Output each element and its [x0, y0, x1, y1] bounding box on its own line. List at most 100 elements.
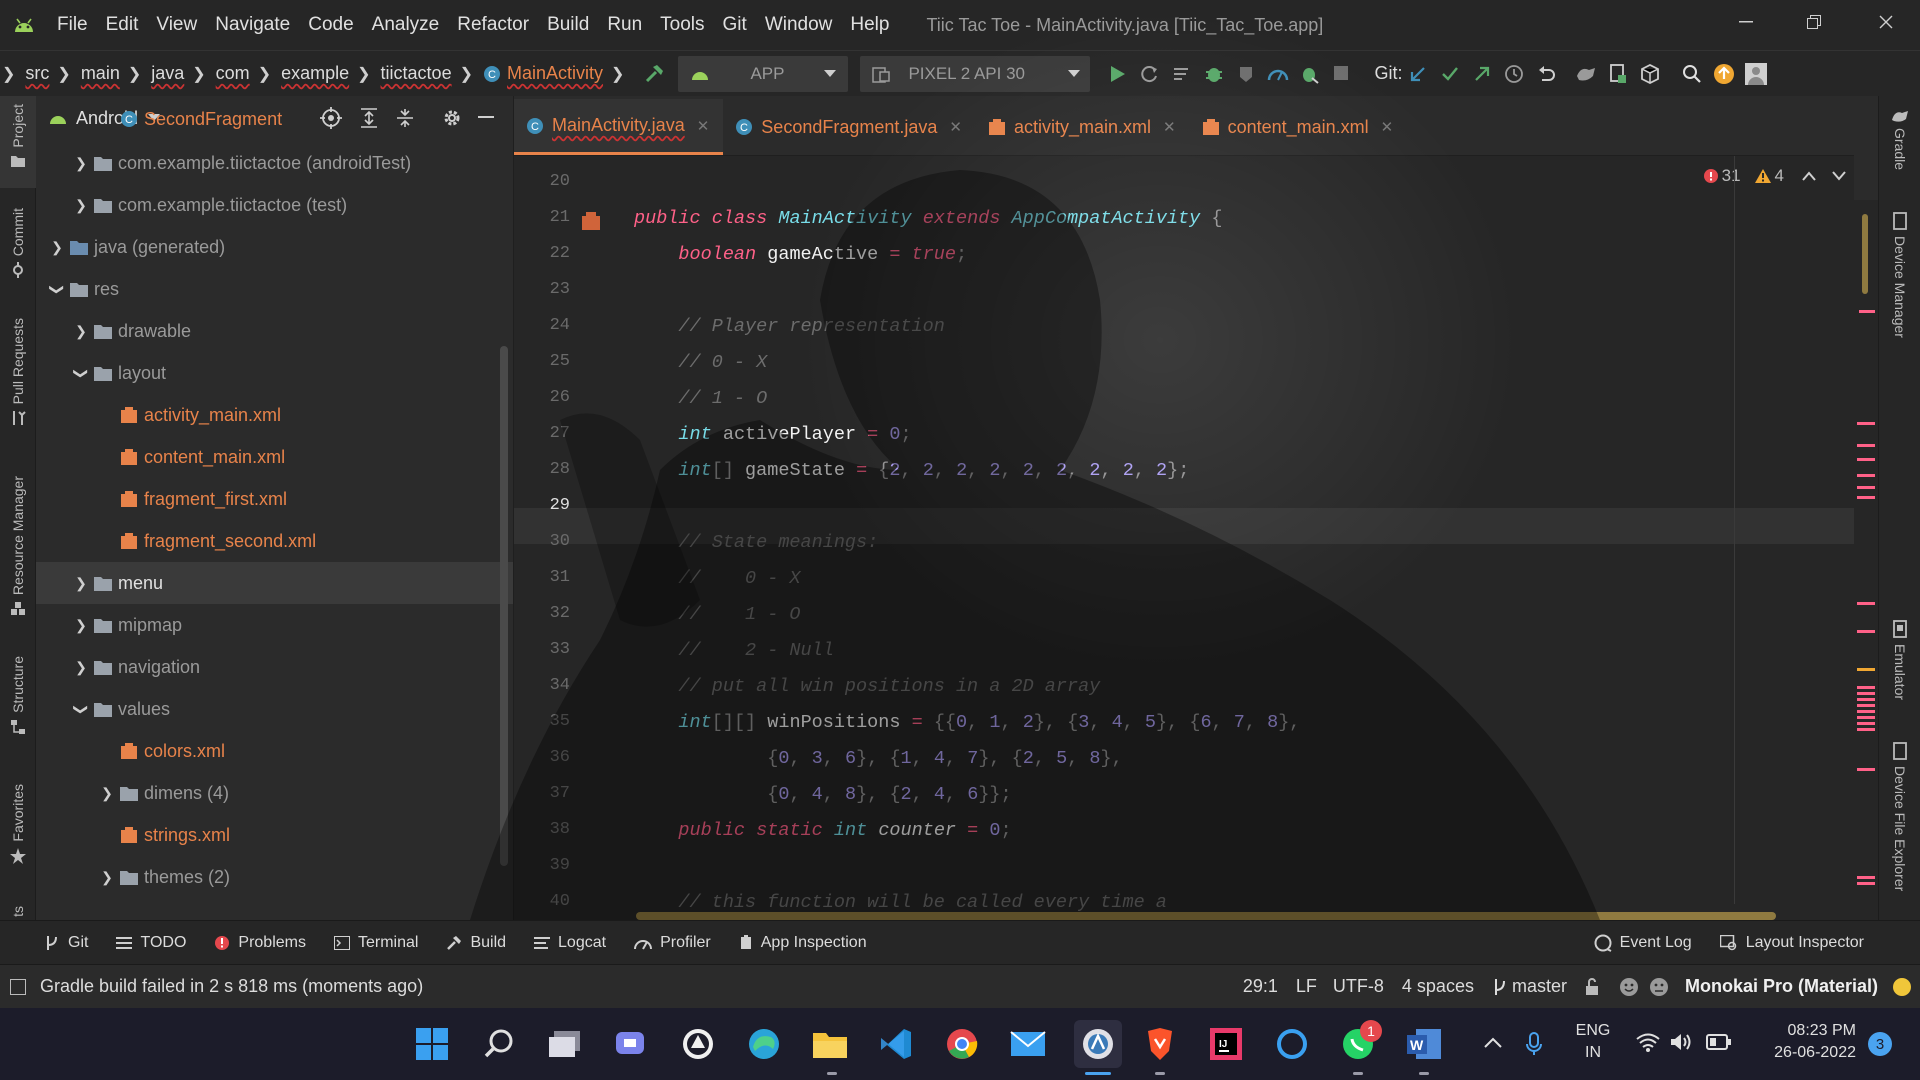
tool-terminal[interactable]: Terminal [333, 934, 418, 952]
device-select[interactable]: PIXEL 2 API 30 [860, 55, 1091, 92]
tool-logcat[interactable]: Logcat [534, 934, 606, 952]
tool-build[interactable]: Build [446, 934, 506, 952]
git-commit-icon[interactable] [1434, 56, 1466, 92]
theme-indicator-icon[interactable] [1892, 977, 1912, 997]
account-avatar-icon[interactable] [1740, 56, 1772, 92]
menu-edit[interactable]: Edit [97, 14, 148, 36]
tool-event-log[interactable]: Event Log [1594, 934, 1692, 952]
tree-item-fragment-second-xml[interactable]: fragment_second.xml [36, 520, 513, 562]
tool-window-structure[interactable]: Structure [0, 656, 36, 735]
vscode-icon[interactable] [876, 1024, 916, 1064]
menu-refactor[interactable]: Refactor [448, 14, 538, 36]
theme-name[interactable]: Monokai Pro (Material) [1685, 976, 1878, 997]
language-indicator[interactable]: ENG IN [1568, 1020, 1618, 1064]
chevron-right-icon[interactable]: ❯ [98, 785, 116, 802]
tool-layout-inspector[interactable]: Layout Inspector [1719, 934, 1864, 952]
lock-icon[interactable] [1585, 977, 1599, 996]
status-message[interactable]: Gradle build failed in 2 s 818 ms (momen… [40, 976, 423, 997]
chevron-right-icon[interactable]: ❯ [72, 323, 90, 340]
clock[interactable]: 08:23 PM 26-06-2022 [1752, 1020, 1856, 1064]
close-tab-icon[interactable]: ✕ [697, 117, 710, 135]
smile-feedback-icon[interactable] [1619, 977, 1639, 997]
brave-icon[interactable] [1140, 1024, 1180, 1064]
chevron-down-icon[interactable]: ❯ [49, 280, 66, 298]
volume-icon[interactable] [1670, 1032, 1694, 1052]
tab-content-main-xml[interactable]: content_main.xml ✕ [1190, 99, 1408, 155]
menu-run[interactable]: Run [598, 14, 651, 36]
apply-changes-icon[interactable] [1166, 56, 1198, 92]
crumb-com[interactable]: com [216, 63, 250, 84]
next-highlight-icon[interactable] [1832, 171, 1846, 181]
tool-todo[interactable]: TODO [116, 934, 186, 952]
hammer-build-icon[interactable] [638, 56, 670, 92]
device-manager-icon[interactable] [1602, 56, 1634, 92]
menu-file[interactable]: File [48, 14, 97, 36]
minimize-button[interactable] [1712, 0, 1780, 44]
tree-item-dimens[interactable]: ❯ dimens (4) [36, 772, 513, 814]
menu-tools[interactable]: Tools [651, 14, 713, 36]
tree-item-strings-xml[interactable]: strings.xml [36, 814, 513, 856]
horizontal-scrollbar[interactable] [636, 912, 1776, 920]
close-button[interactable] [1852, 0, 1920, 44]
file-explorer-icon[interactable] [810, 1024, 850, 1064]
tool-window-pull-requests[interactable]: Pull Requests [0, 318, 36, 426]
chevron-right-icon[interactable]: ❯ [98, 869, 116, 886]
android-studio-taskbar-icon[interactable] [1074, 1020, 1122, 1068]
inspection-widget[interactable]: 31 4 [1703, 166, 1846, 186]
battery-icon[interactable] [1706, 1034, 1732, 1050]
tree-item-mipmap[interactable]: ❯ mipmap [36, 604, 513, 646]
tab-activity-main-xml[interactable]: activity_main.xml ✕ [976, 99, 1190, 155]
git-push-icon[interactable] [1466, 56, 1498, 92]
search-icon[interactable] [1676, 56, 1708, 92]
github-desktop-icon[interactable] [678, 1024, 718, 1064]
tree-item-androidtest[interactable]: ❯ com.example.tiictactoe (androidTest) [36, 142, 513, 184]
tree-item-activity-main-xml[interactable]: activity_main.xml [36, 394, 513, 436]
class-gutter-icon[interactable] [580, 210, 602, 232]
tool-app-inspection[interactable]: App Inspection [739, 934, 867, 952]
chevron-right-icon[interactable]: ❯ [72, 617, 90, 634]
tree-item-content-main-xml[interactable]: content_main.xml [36, 436, 513, 478]
close-tab-icon[interactable]: ✕ [949, 118, 962, 136]
tool-window-project[interactable]: Project [0, 104, 36, 168]
menu-help[interactable]: Help [841, 14, 898, 36]
crumb-example[interactable]: example [281, 63, 349, 84]
close-tab-icon[interactable]: ✕ [1163, 118, 1176, 136]
tool-window-resource-manager[interactable]: Resource Manager [0, 476, 36, 617]
close-tab-icon[interactable]: ✕ [1381, 118, 1394, 136]
coverage-icon[interactable] [1230, 56, 1262, 92]
menu-window[interactable]: Window [756, 14, 842, 36]
inspector-face-icon[interactable] [1649, 977, 1669, 997]
tab-secondfragment-java[interactable]: C SecondFragment.java ✕ [723, 99, 976, 155]
tree-item-drawable[interactable]: ❯ drawable [36, 310, 513, 352]
stop-icon[interactable] [1326, 56, 1358, 92]
edge-browser-icon[interactable] [744, 1024, 784, 1064]
tree-item-fragment-first-xml[interactable]: fragment_first.xml [36, 478, 513, 520]
caret-position[interactable]: 29:1 [1243, 976, 1278, 997]
chrome-icon[interactable] [942, 1024, 982, 1064]
crumb-tiictactoe[interactable]: tiictactoe [381, 63, 452, 84]
tree-item-secondfragment[interactable]: C SecondFragment [36, 98, 513, 140]
chevron-right-icon[interactable]: ❯ [72, 155, 90, 172]
git-branch[interactable]: master [1512, 976, 1567, 997]
tree-item-values[interactable]: ❯ values [36, 688, 513, 730]
tree-item-colors-xml[interactable]: colors.xml [36, 730, 513, 772]
vertical-scroll-thumb[interactable] [1862, 214, 1868, 294]
intellij-icon[interactable]: IJ [1206, 1024, 1246, 1064]
sync-gradle-icon[interactable] [1570, 56, 1602, 92]
attach-debugger-icon[interactable] [1294, 56, 1326, 92]
wifi-icon[interactable] [1636, 1032, 1660, 1052]
chevron-right-icon[interactable]: ❯ [72, 659, 90, 676]
update-available-icon[interactable] [1708, 56, 1740, 92]
debug-icon[interactable] [1198, 56, 1230, 92]
tool-git[interactable]: Git [44, 934, 88, 952]
chevron-right-icon[interactable]: ❯ [72, 575, 90, 592]
git-update-icon[interactable] [1402, 56, 1434, 92]
sdk-manager-icon[interactable] [1634, 56, 1666, 92]
profile-icon[interactable] [1262, 56, 1294, 92]
tool-window-device-file-explorer[interactable]: Device File Explorer [1879, 742, 1920, 891]
tree-item-navigation[interactable]: ❯ navigation [36, 646, 513, 688]
menu-git[interactable]: Git [714, 14, 756, 36]
tree-item-menu[interactable]: ❯ menu [36, 562, 513, 604]
file-encoding[interactable]: UTF-8 [1333, 976, 1384, 997]
teams-chat-icon[interactable] [611, 1024, 651, 1064]
